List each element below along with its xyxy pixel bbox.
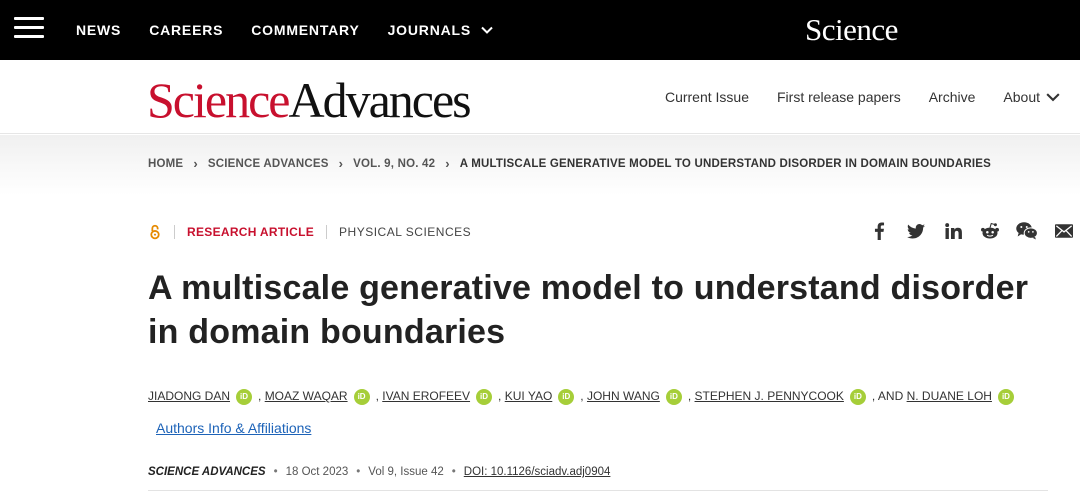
orcid-icon[interactable]: iD [665, 388, 682, 405]
chevron-down-icon [1046, 93, 1060, 102]
article-type[interactable]: RESEARCH ARTICLE [187, 225, 314, 239]
article-meta: RESEARCH ARTICLE PHYSICAL SCIENCES [148, 224, 471, 240]
breadcrumb-current: A MULTISCALE GENERATIVE MODEL TO UNDERST… [459, 157, 992, 170]
author-list: JIADONG DAN iD, MOAZ WAQAR iD, IVAN EROFEE… [148, 380, 1058, 445]
email-icon[interactable] [1053, 220, 1075, 242]
article-title-line-2: in domain boundaries [148, 313, 506, 351]
science-logo[interactable]: Science [805, 12, 898, 48]
chevron-right-icon: › [445, 156, 450, 171]
article-subject[interactable]: PHYSICAL SCIENCES [339, 225, 471, 239]
topnav-journals-label: JOURNALS [387, 22, 472, 38]
separator-dot: • [273, 466, 278, 478]
chevron-down-icon [481, 26, 493, 34]
menu-icon[interactable] [14, 17, 44, 39]
breadcrumb-issue[interactable]: VOL. 9, NO. 42 [353, 158, 435, 170]
article-title-line-1: A multiscale generative model to underst… [148, 269, 1029, 307]
orcid-icon[interactable]: iD [236, 388, 253, 405]
facebook-icon[interactable] [868, 220, 890, 242]
top-nav: NEWS CAREERS COMMENTARY JOURNALS [76, 0, 521, 60]
open-access-icon [150, 224, 160, 240]
orcid-icon[interactable]: iD [558, 388, 575, 405]
site-header: ScienceAdvances Current Issue First rele… [0, 60, 1080, 134]
author-link[interactable]: N. DUANE LOH [907, 389, 992, 403]
twitter-icon[interactable] [905, 220, 927, 242]
main-nav: Current Issue First release papers Archi… [637, 60, 1060, 134]
authors-affiliations-link[interactable]: Authors Info & Affiliations [156, 420, 311, 436]
topnav-commentary[interactable]: COMMENTARY [251, 22, 359, 38]
chevron-right-icon: › [338, 156, 344, 171]
share-bar [868, 220, 1080, 242]
nav-first-release[interactable]: First release papers [777, 89, 901, 105]
article-title: A multiscale generative model to underst… [148, 266, 1068, 354]
author-link[interactable]: IVAN EROFEEV [382, 389, 470, 403]
and-text: , AND [871, 389, 904, 403]
nav-about-label: About [1003, 89, 1040, 105]
nav-about[interactable]: About [1003, 89, 1060, 105]
breadcrumb-home[interactable]: HOME [148, 158, 183, 170]
science-advances-logo[interactable]: ScienceAdvances [147, 70, 472, 130]
orcid-icon[interactable]: iD [849, 388, 866, 405]
publication-info: SCIENCE ADVANCES • 18 Oct 2023 • Vol 9, … [148, 466, 610, 478]
doi-link[interactable]: DOI: 10.1126/sciadv.adj0904 [464, 466, 611, 478]
author-link[interactable]: MOAZ WAQAR [265, 389, 348, 403]
author-link[interactable]: KUI YAO [505, 389, 553, 403]
reddit-icon[interactable] [979, 220, 1001, 242]
separator-dot: • [356, 466, 361, 478]
linkedin-icon[interactable] [942, 220, 964, 242]
wechat-icon[interactable] [1016, 220, 1038, 242]
nav-archive[interactable]: Archive [929, 89, 976, 105]
author-link[interactable]: STEPHEN J. PENNYCOOK [695, 389, 844, 403]
separator-dot: • [451, 466, 456, 478]
divider-line [148, 490, 1048, 491]
top-bar: NEWS CAREERS COMMENTARY JOURNALS Science [0, 0, 1080, 60]
logo-science: Science [147, 72, 290, 128]
topnav-news[interactable]: NEWS [76, 22, 121, 38]
topnav-careers[interactable]: CAREERS [149, 22, 223, 38]
author-link[interactable]: JOHN WANG [587, 389, 660, 403]
orcid-icon[interactable]: iD [997, 388, 1014, 405]
topnav-journals[interactable]: JOURNALS [388, 22, 493, 38]
divider [326, 225, 328, 239]
divider [174, 225, 175, 239]
publication-date: 18 Oct 2023 [285, 466, 349, 478]
journal-name: SCIENCE ADVANCES [148, 466, 266, 478]
orcid-icon[interactable]: iD [476, 388, 493, 405]
nav-current-issue[interactable]: Current Issue [665, 89, 749, 105]
breadcrumb: HOME › SCIENCE ADVANCES › VOL. 9, NO. 42… [148, 156, 991, 171]
chevron-right-icon: › [193, 156, 198, 171]
logo-advances: Advances [288, 72, 471, 128]
breadcrumb-journal[interactable]: SCIENCE ADVANCES [208, 158, 329, 170]
author-link[interactable]: JIADONG DAN [148, 389, 230, 403]
orcid-icon[interactable]: iD [353, 388, 370, 405]
volume-issue: Vol 9, Issue 42 [368, 466, 444, 478]
